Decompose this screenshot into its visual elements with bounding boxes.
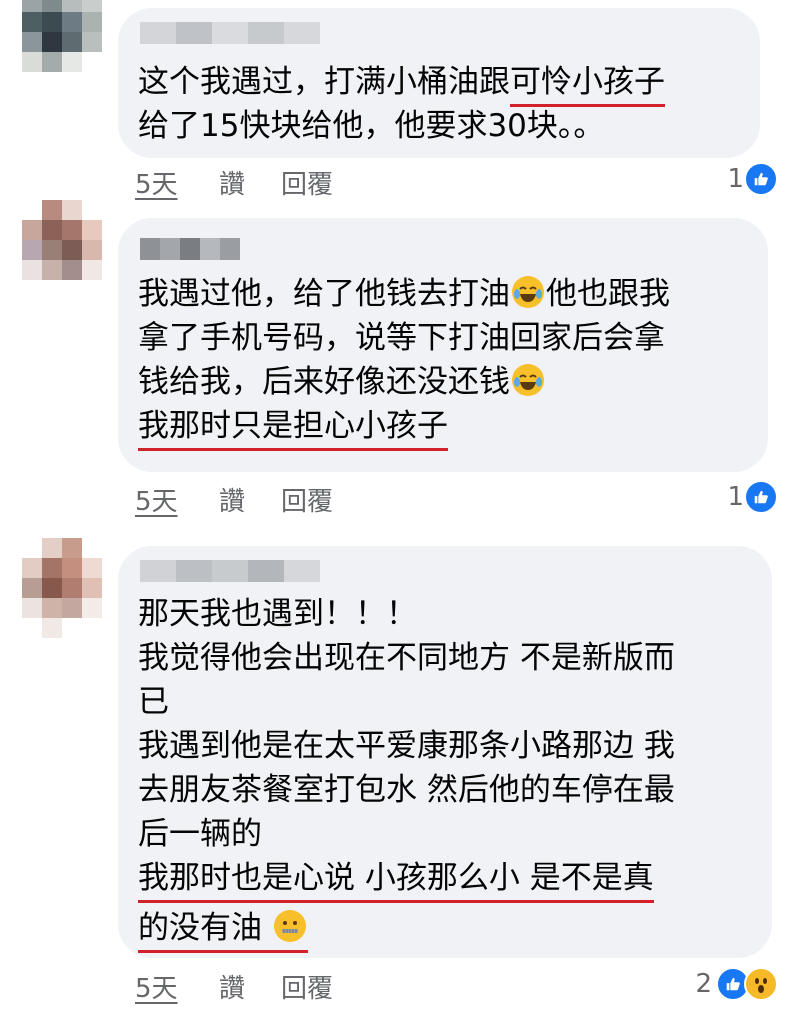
- underlined-text: 我那时只是担心小孩子: [138, 408, 448, 444]
- timestamp-link[interactable]: 5天: [135, 968, 178, 1005]
- avatar[interactable]: [22, 0, 102, 92]
- thumbs-up-icon: [744, 480, 778, 514]
- comment-line: 给了15快块给他，他要求30块。。: [138, 108, 605, 144]
- reply-button[interactable]: 回覆: [281, 968, 333, 1005]
- comment-line: 这个我遇过，打满小桶油跟可怜小孩子: [138, 64, 665, 100]
- like-button[interactable]: 讚: [219, 481, 245, 518]
- comment-line: 我那时也是心说 小孩那么小 是不是真: [138, 856, 758, 900]
- reaction-count: 2: [695, 969, 712, 999]
- comment-line: 我遇过他，给了他钱去打油 他也跟我: [138, 276, 670, 312]
- avatar[interactable]: [22, 200, 102, 300]
- comment-text: 那天我也遇到！！！ 我觉得他会出现在不同地方 不是新版而 已 我遇到他是在太平爱…: [138, 592, 758, 950]
- timestamp-link[interactable]: 5天: [135, 164, 178, 201]
- underlined-text: 可怜小孩子: [510, 64, 665, 100]
- comment-text: 我遇过他，给了他钱去打油 他也跟我 拿了手机号码，说等下打油回家后会拿 钱给我，后…: [138, 272, 754, 448]
- comment-bubble: 这个我遇过，打满小桶油跟可怜小孩子 给了15快块给他，他要求30块。。: [118, 8, 760, 158]
- comment-line: 后一辆的: [138, 816, 262, 852]
- avatar[interactable]: [22, 538, 102, 638]
- author-name-blurred[interactable]: [140, 560, 320, 582]
- reply-button[interactable]: 回覆: [281, 164, 333, 201]
- timestamp-link[interactable]: 5天: [135, 481, 178, 518]
- underlined-text: 我那时也是心说 小孩那么小 是不是真: [138, 860, 654, 896]
- comment-line: 我遇到他是在太平爱康那条小路那边 我: [138, 728, 675, 764]
- comment-line: 已: [138, 684, 169, 720]
- zipper-mouth-emoji-icon: [273, 910, 306, 942]
- reaction-count: 1: [727, 482, 744, 512]
- reply-button[interactable]: 回覆: [281, 481, 333, 518]
- joy-emoji-icon: [512, 276, 544, 308]
- comment-line: 我觉得他会出现在不同地方 不是新版而: [138, 640, 675, 676]
- comment-line: 钱给我，后来好像还没还钱: [138, 360, 754, 404]
- reaction-count: 1: [727, 164, 744, 194]
- thumbs-up-icon: [744, 162, 778, 196]
- comment-line: 拿了手机号码，说等下打油回家后会拿: [138, 320, 665, 356]
- comment-text: 这个我遇过，打满小桶油跟可怜小孩子 给了15快块给他，他要求30块。。: [138, 60, 746, 148]
- comment-line: 我那时只是担心小孩子: [138, 404, 754, 448]
- comment-bubble: 那天我也遇到！！！ 我觉得他会出现在不同地方 不是新版而 已 我遇到他是在太平爱…: [118, 546, 772, 958]
- comment-bubble: 我遇过他，给了他钱去打油 他也跟我 拿了手机号码，说等下打油回家后会拿 钱给我，后…: [118, 218, 768, 472]
- comment-line: 那天我也遇到！！！: [138, 596, 417, 632]
- like-button[interactable]: 讚: [219, 968, 245, 1005]
- reaction-summary[interactable]: 1: [727, 480, 778, 514]
- author-name-blurred[interactable]: [140, 238, 240, 260]
- reaction-summary[interactable]: 2: [695, 967, 778, 1001]
- wow-reaction-icon: [744, 967, 778, 1001]
- author-name-blurred[interactable]: [140, 22, 320, 44]
- comment-line: 去朋友茶餐室打包水 然后他的车停在最: [138, 772, 675, 808]
- underlined-text: 的没有油: [138, 910, 308, 946]
- joy-emoji-icon: [512, 364, 544, 396]
- reaction-summary[interactable]: 1: [727, 162, 778, 196]
- comment-line: 的没有油: [138, 906, 758, 950]
- like-button[interactable]: 讚: [219, 164, 245, 201]
